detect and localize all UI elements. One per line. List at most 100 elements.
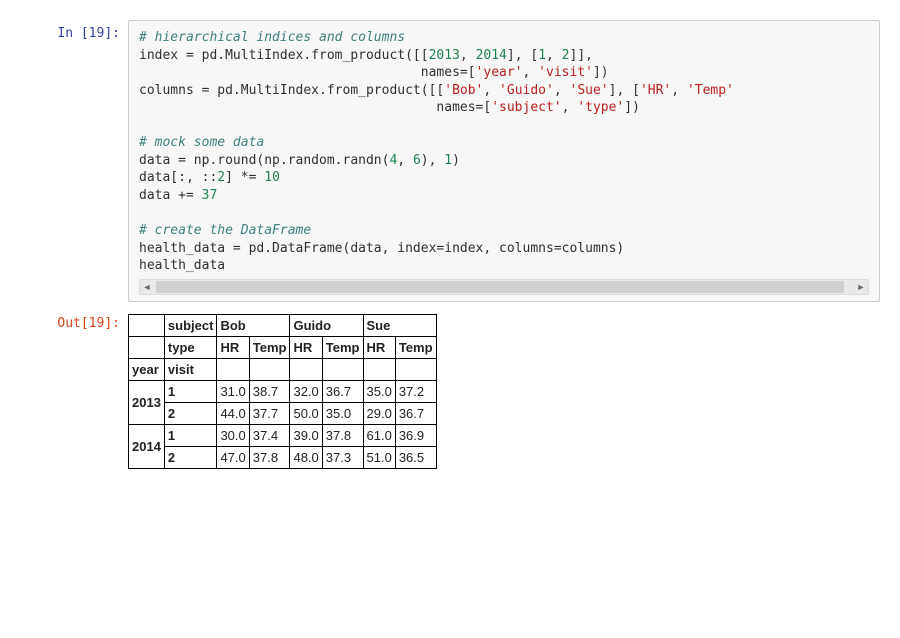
cell: 38.7 <box>249 380 290 402</box>
code-text: ) <box>452 153 460 168</box>
cell: 36.7 <box>395 402 436 424</box>
cell: 36.5 <box>395 446 436 468</box>
table-header-row: subject Bob Guido Sue <box>129 314 437 336</box>
row-level-name-visit: visit <box>164 358 217 380</box>
code-string: 'subject' <box>491 100 561 115</box>
code-comment: # mock some data <box>139 135 264 150</box>
code-string: 'Sue' <box>570 83 609 98</box>
output-cell: Out[19]: subject Bob Guido Sue type HR T… <box>20 310 880 469</box>
horizontal-scrollbar[interactable]: ◄ ► <box>139 279 869 295</box>
cell: 35.0 <box>363 380 395 402</box>
code-text: ]], <box>570 48 593 63</box>
col-type-temp: Temp <box>395 336 436 358</box>
cell: 37.4 <box>249 424 290 446</box>
cell: 35.0 <box>322 402 363 424</box>
col-blank <box>249 358 290 380</box>
cell: 36.7 <box>322 380 363 402</box>
code-text: data = np.round(np.random.randn( <box>139 153 389 168</box>
code-text: ]) <box>624 100 640 115</box>
cell: 50.0 <box>290 402 322 424</box>
table-row: 2013 1 31.0 38.7 32.0 36.7 35.0 37.2 <box>129 380 437 402</box>
code-number: 1 <box>444 153 452 168</box>
output-area: subject Bob Guido Sue type HR Temp HR Te… <box>128 310 880 469</box>
code-text: names=[ <box>139 65 476 80</box>
col-type-hr: HR <box>290 336 322 358</box>
input-prompt: In [19]: <box>20 20 128 41</box>
code-text: health_data <box>139 258 225 273</box>
table-row: 2 44.0 37.7 50.0 35.0 29.0 36.7 <box>129 402 437 424</box>
code-number: 37 <box>202 188 218 203</box>
code-text: , <box>483 83 499 98</box>
cell: 44.0 <box>217 402 249 424</box>
col-type-temp: Temp <box>322 336 363 358</box>
code-string: 'Guido' <box>499 83 554 98</box>
scroll-right-icon[interactable]: ► <box>854 280 868 294</box>
col-blank <box>217 358 249 380</box>
code-string: 'Temp' <box>687 83 734 98</box>
code-text: index = pd.MultiIndex.from_product([[ <box>139 48 429 63</box>
code-text: ], [ <box>507 48 538 63</box>
cell: 37.8 <box>322 424 363 446</box>
table-row: 2014 1 30.0 37.4 39.0 37.8 61.0 36.9 <box>129 424 437 446</box>
code-text: ], [ <box>609 83 640 98</box>
row-year: 2014 <box>129 424 165 468</box>
code-text: data[:, :: <box>139 170 217 185</box>
cell: 51.0 <box>363 446 395 468</box>
cell: 37.8 <box>249 446 290 468</box>
code-string: 'type' <box>577 100 624 115</box>
code-text: ), <box>421 153 444 168</box>
scrollbar-thumb[interactable] <box>156 281 844 293</box>
code-string: 'Bob' <box>444 83 483 98</box>
code-text: columns = pd.MultiIndex.from_product([[ <box>139 83 444 98</box>
row-visit: 2 <box>164 402 217 424</box>
table-header-row: year visit <box>129 358 437 380</box>
col-level-name-subject: subject <box>164 314 217 336</box>
code-number: 2013 <box>429 48 460 63</box>
cell: 48.0 <box>290 446 322 468</box>
cell: 47.0 <box>217 446 249 468</box>
col-type-hr: HR <box>217 336 249 358</box>
code-text: , <box>397 153 413 168</box>
code-number: 1 <box>538 48 546 63</box>
cell: 39.0 <box>290 424 322 446</box>
code-text: , <box>554 83 570 98</box>
code-text: , <box>523 65 539 80</box>
code-text: , <box>562 100 578 115</box>
code-string: 'visit' <box>538 65 593 80</box>
code-text: data += <box>139 188 202 203</box>
code-cell[interactable]: # hierarchical indices and columns index… <box>128 20 880 302</box>
code-content[interactable]: # hierarchical indices and columns index… <box>139 29 869 275</box>
col-subject-sue: Sue <box>363 314 436 336</box>
col-level-name-type: type <box>164 336 217 358</box>
col-blank <box>129 336 165 358</box>
code-text: names=[ <box>139 100 491 115</box>
row-visit: 1 <box>164 380 217 402</box>
code-text: , <box>460 48 476 63</box>
code-number: 6 <box>413 153 421 168</box>
code-string: 'HR' <box>640 83 671 98</box>
row-visit: 2 <box>164 446 217 468</box>
cell: 32.0 <box>290 380 322 402</box>
code-text: ]) <box>593 65 609 80</box>
col-blank <box>129 314 165 336</box>
cell: 29.0 <box>363 402 395 424</box>
scroll-left-icon[interactable]: ◄ <box>140 280 154 294</box>
col-blank <box>363 358 395 380</box>
code-string: 'year' <box>476 65 523 80</box>
cell: 31.0 <box>217 380 249 402</box>
cell: 37.2 <box>395 380 436 402</box>
code-text: , <box>671 83 687 98</box>
code-text: , <box>546 48 562 63</box>
code-number: 2 <box>562 48 570 63</box>
cell: 37.3 <box>322 446 363 468</box>
col-type-temp: Temp <box>249 336 290 358</box>
code-comment: # create the DataFrame <box>139 223 311 238</box>
code-text: ] *= <box>225 170 264 185</box>
table-row: 2 47.0 37.8 48.0 37.3 51.0 36.5 <box>129 446 437 468</box>
cell: 37.7 <box>249 402 290 424</box>
col-blank <box>395 358 436 380</box>
row-year: 2013 <box>129 380 165 424</box>
col-subject-bob: Bob <box>217 314 290 336</box>
table-header-row: type HR Temp HR Temp HR Temp <box>129 336 437 358</box>
cell: 61.0 <box>363 424 395 446</box>
